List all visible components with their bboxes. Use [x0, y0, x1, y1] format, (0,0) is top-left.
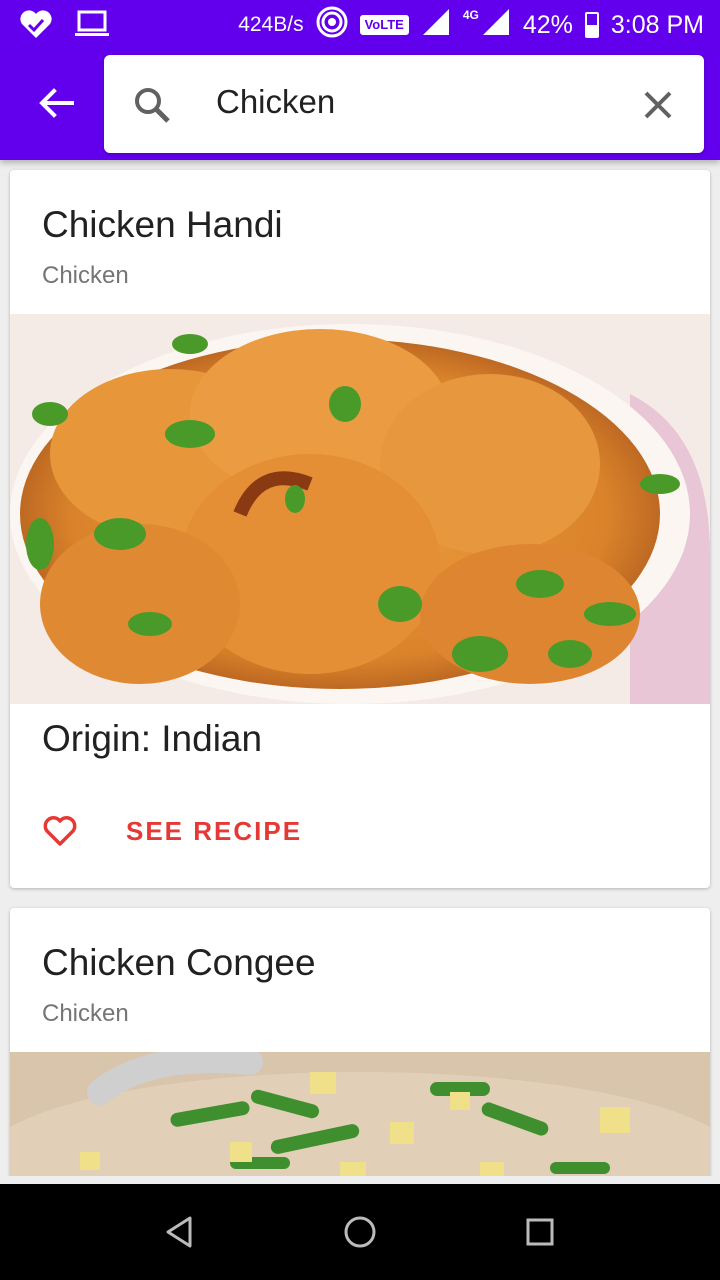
network-speed: 424B/s	[238, 13, 304, 36]
signal-icon-2	[481, 7, 511, 44]
recipe-title: Chicken Handi	[42, 204, 283, 245]
nav-back-button[interactable]	[160, 1212, 200, 1252]
search-icon	[132, 85, 172, 125]
volte-badge: VoLTE	[359, 15, 409, 35]
favorite-button[interactable]	[42, 810, 94, 852]
recipe-title: Chicken Congee	[42, 942, 316, 983]
battery-icon	[584, 12, 599, 38]
system-nav-bar	[0, 1184, 720, 1280]
recents-square-icon	[526, 1218, 554, 1246]
hotspot-icon	[316, 6, 348, 45]
heart-outline-icon	[43, 816, 77, 846]
battery-percent: 42%	[522, 10, 573, 39]
heart-check-icon	[18, 8, 54, 45]
recipe-origin: Origin: Indian	[42, 718, 263, 759]
home-circle-icon	[344, 1216, 376, 1248]
network-type: 4G	[462, 8, 479, 22]
signal-icon	[421, 7, 451, 44]
see-recipe-button[interactable]: SEE RECIPE	[126, 816, 302, 847]
laptop-icon	[74, 9, 110, 44]
nav-recents-button[interactable]	[520, 1212, 560, 1252]
app-bar: Chicken	[0, 50, 720, 160]
clock: 3:08 PM	[610, 10, 704, 39]
recipe-category: Chicken	[42, 1000, 129, 1027]
recipe-card[interactable]: Chicken Congee Chicken	[10, 908, 710, 1176]
card-actions: SEE RECIPE	[42, 810, 302, 852]
recipe-list[interactable]: Chicken Handi Chicken Origin: Indian SEE…	[0, 160, 720, 1176]
nav-home-button[interactable]	[340, 1212, 380, 1252]
search-input[interactable]: Chicken	[216, 83, 335, 121]
back-arrow-icon	[38, 87, 74, 124]
close-icon	[644, 91, 672, 119]
recipe-image[interactable]	[10, 1047, 710, 1176]
search-box[interactable]: Chicken	[104, 55, 704, 153]
recipe-card[interactable]: Chicken Handi Chicken Origin: Indian SEE…	[10, 170, 710, 888]
clear-search-button[interactable]	[640, 87, 676, 123]
back-triangle-icon	[166, 1216, 192, 1248]
status-bar: 424B/s VoLTE 4G 42% 3:08 PM	[0, 0, 720, 50]
recipe-category: Chicken	[42, 262, 129, 289]
recipe-image[interactable]	[10, 314, 710, 704]
back-button[interactable]	[30, 82, 82, 128]
